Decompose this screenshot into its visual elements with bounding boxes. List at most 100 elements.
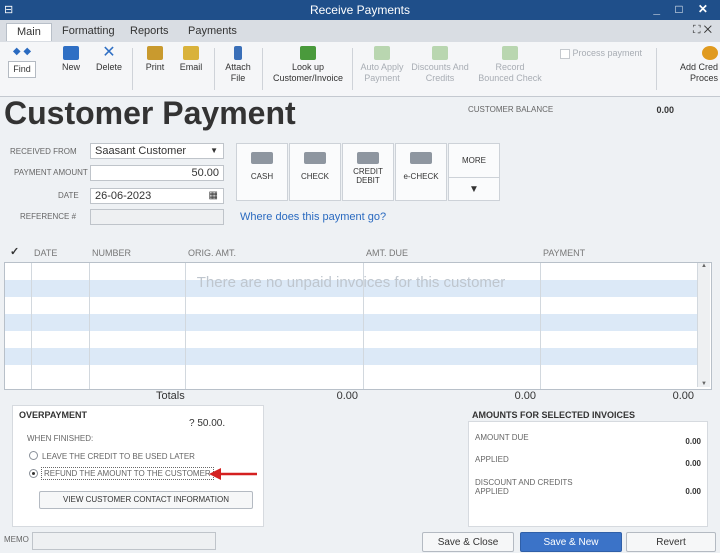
title-bar: ⊟ Receive Payments _ □ ✕ xyxy=(0,0,720,20)
lookup-icon xyxy=(300,46,316,60)
ribbon-window-controls[interactable]: ⛶ ✕ xyxy=(693,24,712,37)
customer-balance-label: CUSTOMER BALANCE xyxy=(468,105,554,114)
pay-method-credit-debit[interactable]: CREDIT DEBIT xyxy=(342,143,394,201)
amount-due-label: AMOUNT DUE xyxy=(475,433,529,442)
overpayment-panel: OVERPAYMENT ? 50.00. WHEN FINISHED: LEAV… xyxy=(12,405,264,527)
table-row[interactable] xyxy=(5,348,697,365)
table-scrollbar[interactable]: ▲ ▼ xyxy=(697,263,710,387)
credit-card-icon xyxy=(702,46,718,60)
select-all-check-header[interactable]: ✓ xyxy=(10,245,19,258)
revert-button[interactable]: Revert xyxy=(626,532,716,552)
pay-method-cash[interactable]: CASH xyxy=(236,143,288,201)
save-close-button[interactable]: Save & Close xyxy=(422,532,514,552)
table-row[interactable] xyxy=(5,365,697,382)
leave-credit-label[interactable]: LEAVE THE CREDIT TO BE USED LATER xyxy=(42,452,195,461)
toolbar: ◆ ◆ Find New ✕ Delete Print Email Attach… xyxy=(0,42,720,97)
new-icon xyxy=(63,46,79,60)
pay-method-check[interactable]: CHECK xyxy=(289,143,341,201)
col-header-number[interactable]: NUMBER xyxy=(92,248,131,258)
nav-arrows-icon: ◆ ◆ xyxy=(12,46,32,57)
toolbar-divider xyxy=(656,48,657,90)
paperclip-icon xyxy=(234,46,242,60)
tab-reports[interactable]: Reports xyxy=(120,23,179,41)
discounts-credits-button[interactable]: Discounts And Credits xyxy=(408,46,472,84)
cash-icon xyxy=(251,152,273,164)
leave-credit-radio[interactable] xyxy=(29,451,38,460)
checkbox-icon xyxy=(560,48,570,59)
page-title: Customer Payment xyxy=(4,95,296,131)
toolbar-divider xyxy=(132,48,133,90)
totals-label: Totals xyxy=(156,390,185,402)
email-button[interactable]: Email xyxy=(176,46,206,73)
email-icon xyxy=(183,46,199,60)
received-from-label: RECEIVED FROM xyxy=(10,147,77,156)
scroll-down-icon[interactable]: ▼ xyxy=(698,381,710,387)
chevron-down-icon: ▼ xyxy=(210,146,218,155)
refund-amount-label[interactable]: REFUND THE AMOUNT TO THE CUSTOMER xyxy=(41,467,214,480)
empty-table-message: There are no unpaid invoices for this cu… xyxy=(196,274,506,291)
toolbar-divider xyxy=(352,48,353,90)
delete-icon: ✕ xyxy=(102,44,116,61)
bounced-check-icon xyxy=(502,46,518,60)
table-row[interactable] xyxy=(5,297,697,314)
attach-file-button[interactable]: Attach File xyxy=(220,46,256,84)
add-credit-card-processing-button[interactable]: Add Cred Proces xyxy=(662,46,718,84)
payment-amount-label: PAYMENT AMOUNT xyxy=(14,168,88,177)
scroll-up-icon[interactable]: ▲ xyxy=(698,263,710,269)
table-row[interactable] xyxy=(5,331,697,348)
calendar-icon[interactable]: ▦ xyxy=(209,190,218,201)
discount-credits-label: DISCOUNT AND CREDITS APPLIED xyxy=(475,478,573,496)
pay-method-echeck[interactable]: e-CHECK xyxy=(395,143,447,201)
total-amt-due: 0.00 xyxy=(514,390,536,402)
window-controls[interactable]: _ □ ✕ xyxy=(653,2,714,16)
memo-field[interactable] xyxy=(32,532,216,550)
received-from-dropdown[interactable]: Saasant Customer ▼ xyxy=(90,143,224,159)
applied-value: 0.00 xyxy=(685,459,701,468)
payment-amount-field[interactable]: 50.00 xyxy=(90,165,224,181)
reference-label: REFERENCE # xyxy=(20,212,77,221)
col-header-amt-due[interactable]: AMT. DUE xyxy=(366,248,408,258)
when-finished-label: WHEN FINISHED: xyxy=(27,434,94,443)
overpayment-title: OVERPAYMENT xyxy=(19,410,88,420)
amounts-title: AMOUNTS FOR SELECTED INVOICES xyxy=(472,410,636,420)
echeck-icon xyxy=(410,152,432,164)
col-header-payment[interactable]: PAYMENT xyxy=(543,248,585,258)
red-arrow-annotation xyxy=(209,468,257,480)
where-payment-goes-link[interactable]: Where does this payment go? xyxy=(240,211,386,223)
amount-due-value: 0.00 xyxy=(685,437,701,446)
table-row[interactable] xyxy=(5,314,697,331)
total-orig-amt: 0.00 xyxy=(336,390,358,402)
auto-apply-icon xyxy=(374,46,390,60)
record-bounced-check-button[interactable]: Record Bounced Check xyxy=(474,46,546,84)
process-payment-checkbox[interactable]: Process payment xyxy=(560,48,652,59)
total-payment: 0.00 xyxy=(672,390,694,402)
print-icon xyxy=(147,46,163,60)
auto-apply-payment-button[interactable]: Auto Apply Payment xyxy=(356,46,408,84)
col-header-orig-amt[interactable]: ORIG. AMT. xyxy=(188,248,236,258)
tab-payments[interactable]: Payments xyxy=(178,23,247,41)
discounts-icon xyxy=(432,46,448,60)
refund-amount-radio[interactable] xyxy=(29,469,38,478)
new-button[interactable]: New xyxy=(56,46,86,73)
invoice-table: There are no unpaid invoices for this cu… xyxy=(4,262,712,390)
lookup-customer-invoice-button[interactable]: Look up Customer/Invoice xyxy=(268,46,348,84)
reference-field[interactable] xyxy=(90,209,224,225)
delete-button[interactable]: ✕ Delete xyxy=(92,44,126,73)
find-button[interactable]: ◆ ◆ Find xyxy=(6,46,38,78)
more-pay-methods-button[interactable]: MORE ▼ xyxy=(448,143,500,201)
check-icon xyxy=(304,152,326,164)
overpayment-amount: ? 50.00. xyxy=(189,418,226,429)
tab-formatting[interactable]: Formatting xyxy=(52,23,125,41)
tab-main[interactable]: Main xyxy=(6,23,52,41)
col-header-date[interactable]: DATE xyxy=(34,248,57,258)
print-button[interactable]: Print xyxy=(140,46,170,73)
date-label: DATE xyxy=(58,191,79,200)
ribbon-tabs: Main Formatting Reports Payments ⛶ ✕ xyxy=(0,20,720,43)
credit-card-icon xyxy=(357,152,379,164)
view-customer-contact-button[interactable]: VIEW CUSTOMER CONTACT INFORMATION xyxy=(39,491,253,509)
save-new-button[interactable]: Save & New xyxy=(520,532,622,552)
date-field[interactable]: 26-06-2023 ▦ xyxy=(90,188,224,204)
window-title: Receive Payments xyxy=(309,3,411,17)
applied-label: APPLIED xyxy=(475,455,509,464)
toolbar-divider xyxy=(214,48,215,90)
